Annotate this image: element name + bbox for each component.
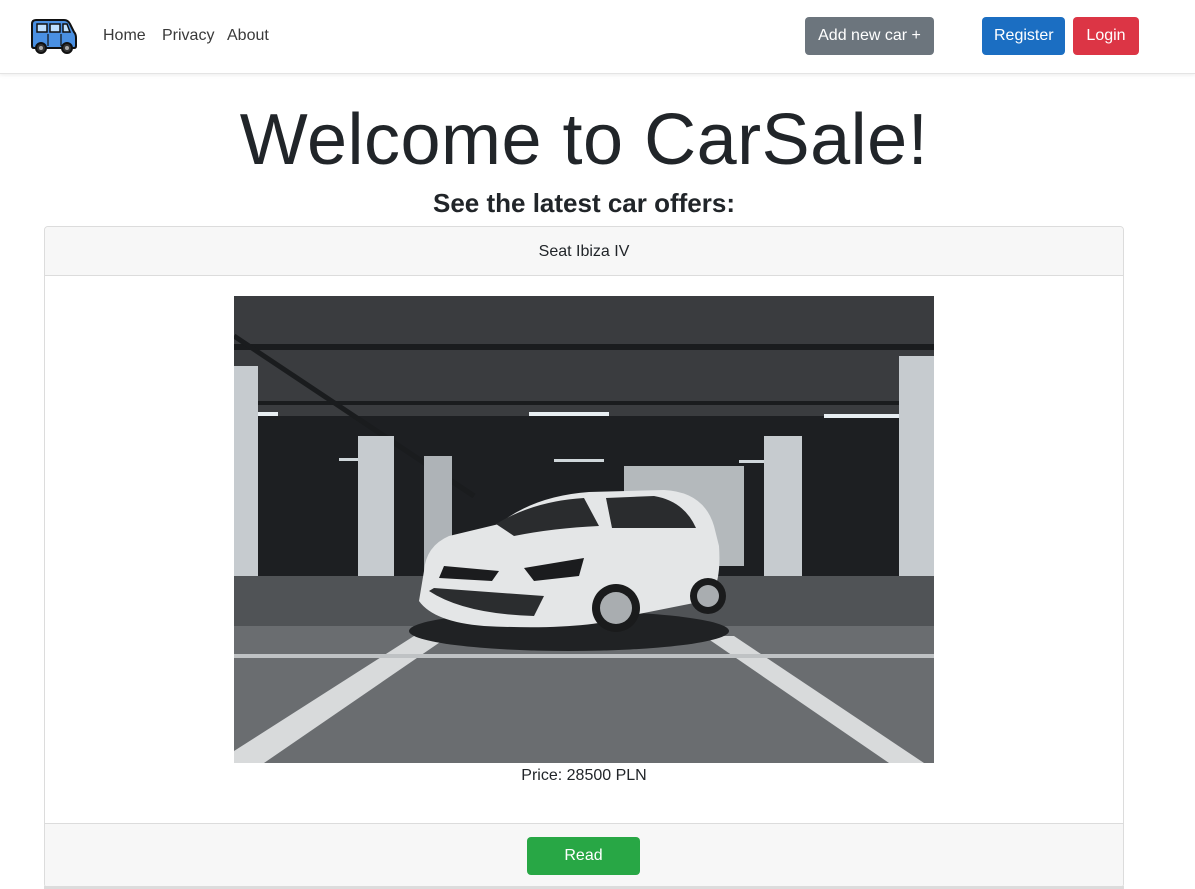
card-footer: Read more... <box>45 823 1123 887</box>
nav-link-privacy[interactable]: Privacy <box>162 26 214 46</box>
car-photo <box>234 296 934 763</box>
nav-link-home[interactable]: Home <box>103 26 146 46</box>
add-new-car-button[interactable]: Add new car + <box>805 17 934 55</box>
page-subtitle: See the latest car offers: <box>432 188 735 218</box>
nav-link-about[interactable]: About <box>227 26 269 46</box>
login-button[interactable]: Login <box>1073 17 1139 55</box>
page-title: Welcome to CarSale! <box>239 100 929 180</box>
car-offer-title: Seat Ibiza IV <box>45 227 1123 276</box>
car-price: Price: 28500 PLN <box>521 767 647 784</box>
navbar: Home Privacy About Add new car + Registe… <box>0 0 1195 74</box>
register-button[interactable]: Register <box>982 17 1065 55</box>
car-logo-icon[interactable] <box>28 16 80 56</box>
car-offer-card: Seat Ibiza IV Price: 28500 PLN Read <box>44 226 1124 888</box>
read-more-button[interactable]: Read more... <box>527 837 640 887</box>
